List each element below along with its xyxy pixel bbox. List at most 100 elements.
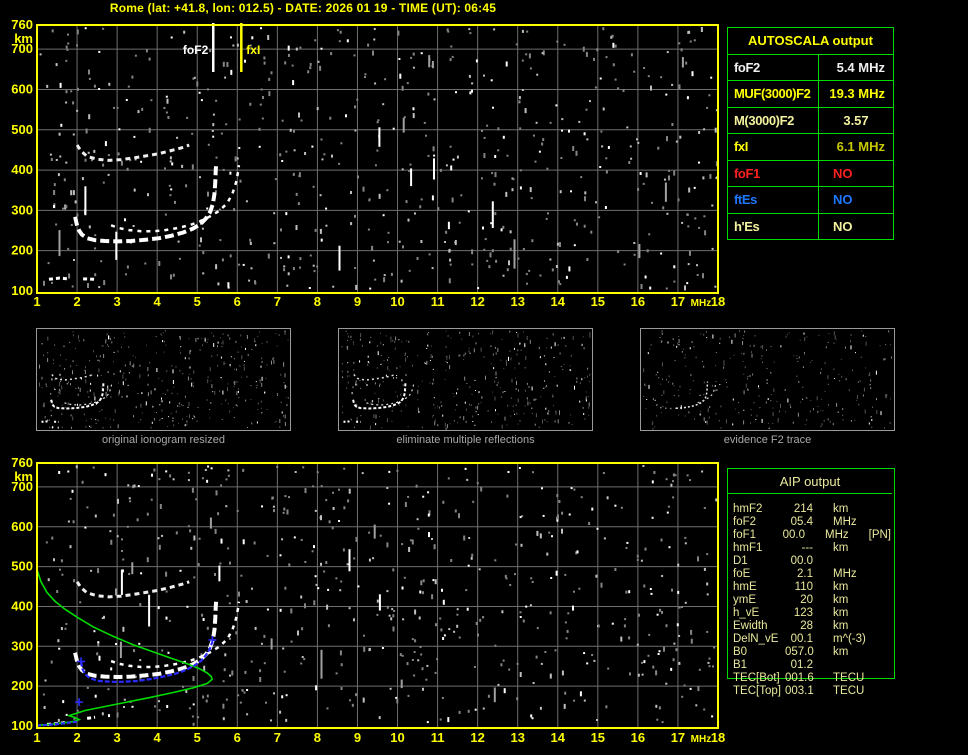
thumbnail-original-ionogram [36,328,291,431]
thumbnail-original-canvas [39,330,289,429]
parameter-value: 3.57 [843,112,869,128]
thumbnail-eliminate-reflections [338,328,593,431]
svg-text:9: 9 [354,294,361,309]
parameter-label: B1 [733,659,748,671]
autoscala-table-row: foF1 NO [728,160,893,187]
parameter-unit: km [833,607,849,619]
parameter-label: MUF(3000)F2 [728,81,819,107]
svg-text:200: 200 [11,678,33,693]
parameter-value: 057.0 [785,646,814,658]
parameter-label: fxI [728,134,819,160]
parameter-unit [833,555,877,568]
thumbnail-noise [39,330,289,429]
thumbnail-caption: eliminate multiple reflections [396,434,535,446]
thumbnail-caption: evidence F2 trace [723,434,812,446]
svg-text:13: 13 [510,294,524,309]
svg-text:18: 18 [711,294,725,309]
svg-text:200: 200 [11,243,33,258]
parameter-label: ymE [733,594,756,606]
svg-text:km: km [14,31,33,46]
svg-text:1: 1 [33,730,40,745]
autoscala-table-row: fxI 6.1 MHz [728,134,893,161]
svg-text:8: 8 [314,294,321,309]
parameter-value: 00.0 [782,529,806,541]
parameter-value: 110 [794,581,813,593]
thumbnail-trace [41,373,113,423]
noise-speckles [42,465,717,726]
svg-text:15: 15 [591,730,605,745]
parameter-label: foF1 [733,529,757,541]
aip-table-row: ymE 20 km [733,594,891,607]
svg-text:11: 11 [431,294,445,309]
aip-table-row: hmF1 --- km [733,542,891,555]
parameter-value: NO [833,218,853,234]
parameter-value: 123 [793,607,813,619]
marker-fxI: fxI [240,23,260,72]
aip-table-row: D1 00.0 [733,555,891,568]
aip-table-row: foE 2.1 MHz [733,568,891,581]
svg-text:100: 100 [11,718,33,733]
aip-table-row: hmE 110 km [733,581,891,594]
trace-F2-trace-x-mode [110,601,241,669]
parameter-unit: km [833,646,849,658]
aip-table-row: hmF2 214 km [733,503,891,516]
marker-foF2: foF2 [183,23,215,72]
parameter-unit: km [833,503,849,515]
svg-text:10: 10 [390,294,404,309]
aip-table-row: h_vE 123 km [733,607,891,620]
autoscala-table-row: M(3000)F2 3.57 [728,107,893,134]
parameter-unit: MHz [825,529,849,541]
aip-header-divider [728,493,892,494]
autoscala-table-row: ftEs NO [728,187,893,214]
parameter-value: 001.6 [785,672,814,684]
aip-table-row: TEC[Top] 003.1 TECU [733,685,891,698]
trace-F2-trace-o-mode [73,165,219,244]
svg-text:2: 2 [73,294,80,309]
parameter-unit: TECU [833,685,865,697]
parameter-label: foF2 [728,54,819,80]
parameter-label: B0 [733,646,748,658]
parameter-value: 00.1 [790,633,813,645]
svg-text:km: km [14,469,33,484]
parameter-label: TEC[Top] [733,685,781,697]
parameter-label: foF2 [733,516,757,528]
parameter-flag: [PN] [868,529,891,541]
autoscala-screen: Rome (lat: +41.8, lon: 012.5) - DATE: 20… [0,0,968,755]
plot-frame [36,24,719,294]
autoscala-table-header: AUTOSCALA output [728,28,893,55]
svg-text:600: 600 [11,519,33,534]
svg-text:2: 2 [73,730,80,745]
svg-text:400: 400 [11,598,33,613]
svg-text:4: 4 [154,730,162,745]
svg-text:13: 13 [510,730,524,745]
parameter-value: 20 [800,594,813,606]
parameter-unit: TECU [833,672,865,684]
thumbnail-noise [341,330,591,430]
marker-label-foF2: foF2 [183,43,209,57]
trace-layer [38,570,241,727]
autoscala-table-row: h'Es NO [728,213,893,239]
autoscala-table-row: foF2 5.4 MHz [728,54,893,81]
autoscala-output-table: AUTOSCALA output foF2 5.4 MHz MUF(3000)F… [727,27,894,240]
parameter-value: 00.0 [790,555,813,567]
svg-text:300: 300 [11,202,33,217]
svg-text:12: 12 [470,294,484,309]
marker-label-fxI: fxI [246,43,260,57]
axis-labels: 760700600500400300200100km1 2 3 4 5 6 7 8 9 10 11 1… [11,17,725,309]
axis-labels: 760700600500400300200100km1 2 3 4 5 6 7 8 9 10 11 1… [11,455,725,745]
svg-text:17: 17 [671,294,685,309]
parameter-value: 01.2 [790,659,813,671]
svg-text:600: 600 [11,81,33,96]
svg-text:6: 6 [234,730,241,745]
parameter-unit: km [833,620,849,632]
aip-table-row: TEC[Bot] 001.6 TECU [733,672,891,685]
trace-E-region-echoes-a [48,276,70,281]
aip-table-row: B1 01.2 [733,659,891,672]
svg-text:760: 760 [11,455,33,470]
aip-table-row: foF2 05.4 MHz [733,516,891,529]
svg-text:14: 14 [551,294,566,309]
parameter-label: hmF1 [733,542,763,554]
svg-text:7: 7 [274,730,281,745]
svg-text:6: 6 [234,294,241,309]
parameter-label: Ewidth [733,620,768,632]
